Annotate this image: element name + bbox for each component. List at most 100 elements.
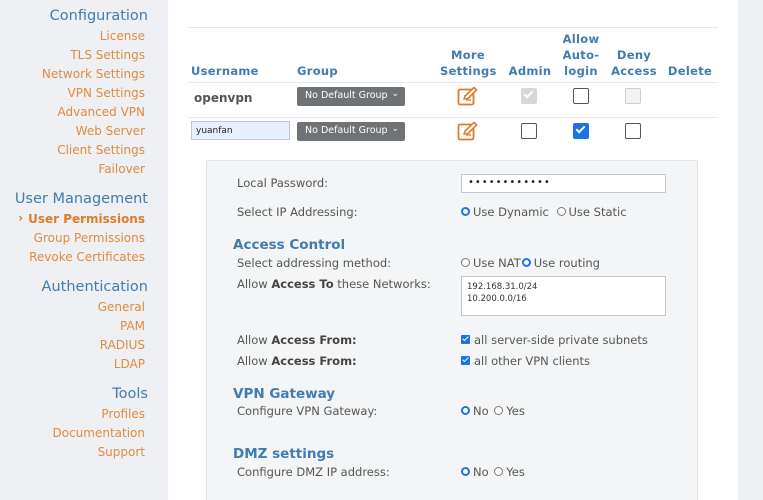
header-line: More — [450, 48, 485, 62]
access-from-label: Allow Access From: — [237, 354, 357, 368]
sidebar-item-profiles[interactable]: Profiles — [101, 407, 145, 421]
radio-use-nat[interactable] — [461, 258, 470, 267]
networks-label: Allow Access To these Networks: — [237, 277, 431, 291]
option-label: all server-side private subnets — [474, 333, 648, 347]
check-icon — [523, 88, 534, 99]
label-part-bold: Access From: — [271, 333, 357, 347]
sidebar-item-support[interactable]: Support — [98, 445, 145, 459]
username-input[interactable] — [191, 121, 290, 140]
header-line: Access — [611, 64, 657, 78]
edit-icon[interactable] — [457, 86, 479, 106]
radio-dmz-no[interactable] — [461, 467, 470, 476]
group-select[interactable]: No Default Group ⌄ — [297, 87, 405, 106]
dmz-label: Configure DMZ IP address: — [237, 465, 390, 479]
column-header-more-settings: More Settings — [440, 47, 496, 79]
option-label: Use Static — [568, 205, 627, 219]
column-header-username: Username — [191, 64, 259, 78]
user-detail-panel: Local Password: •••••••••••• Select IP A… — [206, 160, 698, 500]
sidebar-item-general[interactable]: General — [98, 300, 145, 314]
addressing-method-options: Use NAT Use routing — [461, 256, 600, 270]
deny-access-checkbox — [625, 88, 641, 104]
sidebar-item-failover[interactable]: Failover — [98, 162, 145, 176]
vpn-gateway-options: No Yes — [461, 404, 525, 418]
group-select-value: No Default Group — [305, 90, 388, 101]
radio-use-routing[interactable] — [521, 258, 531, 267]
autologin-checkbox[interactable] — [573, 123, 589, 139]
sidebar: Configuration License TLS Settings Netwo… — [0, 0, 168, 500]
check-icon — [575, 123, 586, 134]
option-label: Yes — [506, 465, 525, 479]
divider — [188, 82, 718, 83]
radio-static[interactable] — [556, 207, 566, 216]
sidebar-heading-tools: Tools — [112, 386, 148, 402]
label-part: these Networks: — [333, 277, 431, 291]
chevron-down-icon: ⌄ — [391, 124, 399, 134]
addressing-method-label: Select addressing method: — [237, 256, 392, 270]
sidebar-item-ldap[interactable]: LDAP — [114, 357, 145, 371]
label-part: Allow — [237, 354, 272, 368]
label-part-bold: Access To — [271, 277, 334, 291]
column-header-admin: Admin — [508, 64, 552, 78]
private-subnets-option: all server-side private subnets — [461, 333, 648, 347]
vpn-clients-checkbox[interactable] — [461, 356, 470, 365]
vpn-gateway-label: Configure VPN Gateway: — [237, 404, 378, 418]
admin-checkbox — [521, 88, 537, 104]
sidebar-item-documentation[interactable]: Documentation — [52, 426, 145, 440]
header-line: login — [564, 64, 598, 78]
deny-access-checkbox[interactable] — [625, 123, 641, 139]
radio-dmz-yes[interactable] — [494, 467, 504, 476]
group-select[interactable]: No Default Group ⌄ — [297, 122, 405, 141]
sidebar-item-group-permissions[interactable]: Group Permissions — [34, 231, 145, 245]
sidebar-item-label: User Permissions — [28, 212, 145, 226]
admin-checkbox[interactable] — [521, 123, 537, 139]
option-label: Use routing — [533, 256, 600, 270]
access-control-heading: Access Control — [233, 237, 346, 253]
sidebar-item-revoke-certificates[interactable]: Revoke Certificates — [29, 250, 145, 264]
chevron-down-icon: ⌄ — [391, 89, 399, 99]
username-openvpn: openvpn — [194, 91, 253, 105]
edit-icon[interactable] — [457, 121, 479, 141]
networks-textarea[interactable]: 192.168.31.0/24 10.200.0.0/16 — [461, 276, 666, 316]
vpn-clients-option: all other VPN clients — [461, 354, 590, 368]
sidebar-item-web-server[interactable]: Web Server — [76, 124, 145, 138]
sidebar-item-vpn-settings[interactable]: VPN Settings — [68, 86, 145, 100]
sidebar-item-user-permissions[interactable]: › User Permissions — [18, 211, 145, 226]
option-label: Yes — [506, 404, 525, 418]
sidebar-item-radius[interactable]: RADIUS — [100, 338, 145, 352]
radio-dynamic[interactable] — [461, 207, 470, 216]
sidebar-item-pam[interactable]: PAM — [120, 319, 145, 333]
header-line: Settings — [440, 64, 497, 78]
radio-gateway-no[interactable] — [461, 406, 470, 415]
main-panel: Username Group More Settings Admin Allow… — [168, 0, 738, 500]
ip-addressing-label: Select IP Addressing: — [237, 205, 358, 219]
header-line: Allow — [562, 32, 600, 46]
sidebar-item-tls-settings[interactable]: TLS Settings — [70, 48, 145, 62]
sidebar-item-network-settings[interactable]: Network Settings — [42, 67, 145, 81]
chevron-right-icon: › — [18, 211, 24, 225]
column-header-delete: Delete — [667, 64, 713, 78]
sidebar-heading-configuration: Configuration — [49, 8, 148, 24]
label-part: Allow — [237, 333, 272, 347]
header-line: Auto- — [562, 48, 600, 62]
autologin-checkbox[interactable] — [573, 88, 589, 104]
option-label: all other VPN clients — [474, 354, 591, 368]
vpn-gateway-heading: VPN Gateway — [233, 386, 336, 402]
label-part-bold: Access From: — [271, 354, 357, 368]
sidebar-item-license[interactable]: License — [100, 29, 145, 43]
label-part: Allow — [237, 277, 272, 291]
option-label: Use Dynamic — [473, 205, 549, 219]
sidebar-item-client-settings[interactable]: Client Settings — [57, 143, 145, 157]
local-password-input[interactable]: •••••••••••• — [461, 174, 666, 193]
radio-gateway-yes[interactable] — [494, 406, 504, 415]
private-subnets-checkbox[interactable] — [461, 335, 470, 344]
column-header-deny-access: Deny Access — [608, 47, 660, 79]
option-label: No — [473, 465, 489, 479]
access-from-label: Allow Access From: — [237, 333, 357, 347]
dmz-options: No Yes — [461, 465, 525, 479]
divider — [188, 27, 718, 28]
sidebar-item-advanced-vpn[interactable]: Advanced VPN — [57, 105, 145, 119]
ip-addressing-options: Use Dynamic Use Static — [461, 205, 627, 219]
local-password-label: Local Password: — [237, 176, 329, 190]
dmz-heading: DMZ settings — [233, 446, 335, 462]
divider — [188, 117, 718, 118]
